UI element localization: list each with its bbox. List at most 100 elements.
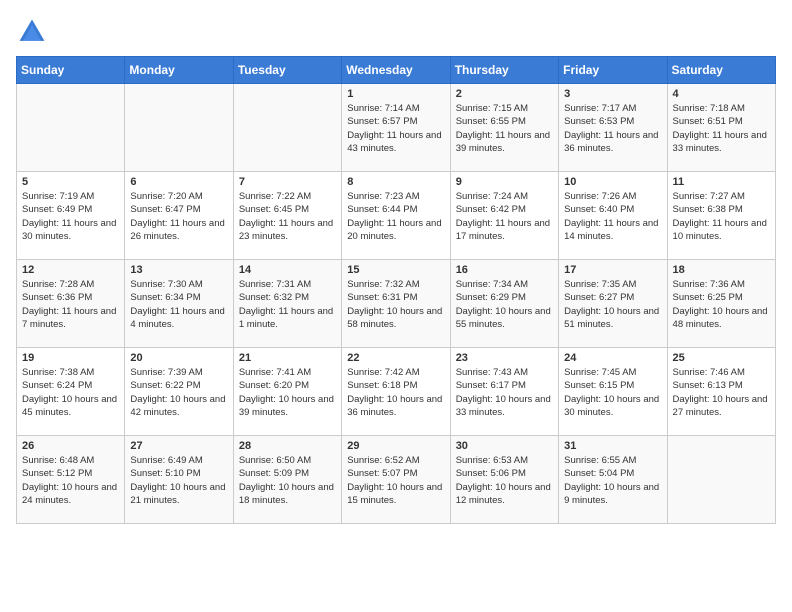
header-row: SundayMondayTuesdayWednesdayThursdayFrid… <box>17 57 776 84</box>
day-number: 8 <box>347 176 444 188</box>
day-number: 2 <box>456 88 553 100</box>
calendar-cell: 13Sunrise: 7:30 AM Sunset: 6:34 PM Dayli… <box>125 260 233 348</box>
day-number: 15 <box>347 264 444 276</box>
day-number: 19 <box>22 352 119 364</box>
cell-details: Sunrise: 7:35 AM Sunset: 6:27 PM Dayligh… <box>564 278 661 331</box>
logo-icon <box>16 16 48 48</box>
cell-details: Sunrise: 7:22 AM Sunset: 6:45 PM Dayligh… <box>239 190 336 243</box>
calendar-cell: 21Sunrise: 7:41 AM Sunset: 6:20 PM Dayli… <box>233 348 341 436</box>
calendar-cell: 2 Sunrise: 7:15 AM Sunset: 6:55 PM Daylig… <box>450 84 558 172</box>
day-number: 18 <box>673 264 770 276</box>
cell-details: Sunrise: 7:31 AM Sunset: 6:32 PM Dayligh… <box>239 278 336 331</box>
calendar-cell: 4Sunrise: 7:18 AM Sunset: 6:51 PM Daylig… <box>667 84 775 172</box>
day-header-wednesday: Wednesday <box>342 57 450 84</box>
calendar-cell: 9 Sunrise: 7:24 AM Sunset: 6:42 PM Daylig… <box>450 172 558 260</box>
week-row-2: 5Sunrise: 7:19 AM Sunset: 6:49 PM Daylig… <box>17 172 776 260</box>
calendar-cell: 5Sunrise: 7:19 AM Sunset: 6:49 PM Daylig… <box>17 172 125 260</box>
calendar-cell: 17 Sunrise: 7:35 AM Sunset: 6:27 PM Dayli… <box>559 260 667 348</box>
day-number: 27 <box>130 440 227 452</box>
day-number: 22 <box>347 352 444 364</box>
week-row-5: 26 Sunrise: 6:48 AM Sunset: 5:12 PM Dayli… <box>17 436 776 524</box>
day-number: 1 <box>347 88 444 100</box>
cell-details: Sunrise: 6:49 AM Sunset: 5:10 PM Dayligh… <box>130 454 227 507</box>
calendar-cell: 23 Sunrise: 7:43 AM Sunset: 6:17 PM Dayli… <box>450 348 558 436</box>
day-number: 11 <box>673 176 770 188</box>
calendar-cell: 28 Sunrise: 6:50 AM Sunset: 5:09 PM Dayli… <box>233 436 341 524</box>
day-number: 9 <box>456 176 553 188</box>
calendar-cell: 29Sunrise: 6:52 AM Sunset: 5:07 PM Dayli… <box>342 436 450 524</box>
calendar-header: SundayMondayTuesdayWednesdayThursdayFrid… <box>17 57 776 84</box>
cell-details: Sunrise: 7:27 AM Sunset: 6:38 PM Dayligh… <box>673 190 770 243</box>
day-number: 3 <box>564 88 661 100</box>
day-number: 17 <box>564 264 661 276</box>
calendar-cell <box>17 84 125 172</box>
day-number: 12 <box>22 264 119 276</box>
day-number: 23 <box>456 352 553 364</box>
calendar-cell: 24 Sunrise: 7:45 AM Sunset: 6:15 PM Dayli… <box>559 348 667 436</box>
day-header-tuesday: Tuesday <box>233 57 341 84</box>
cell-details: Sunrise: 7:36 AM Sunset: 6:25 PM Dayligh… <box>673 278 770 331</box>
calendar-table: SundayMondayTuesdayWednesdayThursdayFrid… <box>16 56 776 524</box>
day-header-sunday: Sunday <box>17 57 125 84</box>
cell-details: Sunrise: 6:48 AM Sunset: 5:12 PM Dayligh… <box>22 454 119 507</box>
cell-details: Sunrise: 7:34 AM Sunset: 6:29 PM Dayligh… <box>456 278 553 331</box>
cell-details: Sunrise: 7:26 AM Sunset: 6:40 PM Dayligh… <box>564 190 661 243</box>
week-row-1: 1Sunrise: 7:14 AM Sunset: 6:57 PM Daylig… <box>17 84 776 172</box>
calendar-cell: 11 Sunrise: 7:27 AM Sunset: 6:38 PM Dayli… <box>667 172 775 260</box>
calendar-cell: 10Sunrise: 7:26 AM Sunset: 6:40 PM Dayli… <box>559 172 667 260</box>
cell-details: Sunrise: 6:53 AM Sunset: 5:06 PM Dayligh… <box>456 454 553 507</box>
cell-details: Sunrise: 7:23 AM Sunset: 6:44 PM Dayligh… <box>347 190 444 243</box>
day-header-thursday: Thursday <box>450 57 558 84</box>
cell-details: Sunrise: 7:46 AM Sunset: 6:13 PM Dayligh… <box>673 366 770 419</box>
cell-details: Sunrise: 7:15 AM Sunset: 6:55 PM Dayligh… <box>456 102 553 155</box>
cell-details: Sunrise: 7:18 AM Sunset: 6:51 PM Dayligh… <box>673 102 770 155</box>
calendar-cell: 31Sunrise: 6:55 AM Sunset: 5:04 PM Dayli… <box>559 436 667 524</box>
calendar-cell: 1Sunrise: 7:14 AM Sunset: 6:57 PM Daylig… <box>342 84 450 172</box>
calendar-cell <box>233 84 341 172</box>
day-number: 24 <box>564 352 661 364</box>
day-header-monday: Monday <box>125 57 233 84</box>
cell-details: Sunrise: 7:32 AM Sunset: 6:31 PM Dayligh… <box>347 278 444 331</box>
cell-details: Sunrise: 7:38 AM Sunset: 6:24 PM Dayligh… <box>22 366 119 419</box>
calendar-cell: 26 Sunrise: 6:48 AM Sunset: 5:12 PM Dayli… <box>17 436 125 524</box>
day-number: 6 <box>130 176 227 188</box>
calendar-cell: 7 Sunrise: 7:22 AM Sunset: 6:45 PM Daylig… <box>233 172 341 260</box>
day-number: 7 <box>239 176 336 188</box>
calendar-body: 1Sunrise: 7:14 AM Sunset: 6:57 PM Daylig… <box>17 84 776 524</box>
day-number: 21 <box>239 352 336 364</box>
cell-details: Sunrise: 7:24 AM Sunset: 6:42 PM Dayligh… <box>456 190 553 243</box>
cell-details: Sunrise: 7:30 AM Sunset: 6:34 PM Dayligh… <box>130 278 227 331</box>
week-row-3: 12 Sunrise: 7:28 AM Sunset: 6:36 PM Dayli… <box>17 260 776 348</box>
day-number: 28 <box>239 440 336 452</box>
cell-details: Sunrise: 6:50 AM Sunset: 5:09 PM Dayligh… <box>239 454 336 507</box>
day-number: 26 <box>22 440 119 452</box>
day-number: 16 <box>456 264 553 276</box>
calendar-cell <box>667 436 775 524</box>
calendar-cell: 12 Sunrise: 7:28 AM Sunset: 6:36 PM Dayli… <box>17 260 125 348</box>
day-number: 20 <box>130 352 227 364</box>
calendar-cell: 8 Sunrise: 7:23 AM Sunset: 6:44 PM Daylig… <box>342 172 450 260</box>
day-number: 25 <box>673 352 770 364</box>
day-header-friday: Friday <box>559 57 667 84</box>
calendar-cell: 25 Sunrise: 7:46 AM Sunset: 6:13 PM Dayli… <box>667 348 775 436</box>
cell-details: Sunrise: 7:39 AM Sunset: 6:22 PM Dayligh… <box>130 366 227 419</box>
calendar-cell: 3Sunrise: 7:17 AM Sunset: 6:53 PM Daylig… <box>559 84 667 172</box>
calendar-cell: 6Sunrise: 7:20 AM Sunset: 6:47 PM Daylig… <box>125 172 233 260</box>
logo <box>16 16 52 48</box>
calendar-cell: 14 Sunrise: 7:31 AM Sunset: 6:32 PM Dayli… <box>233 260 341 348</box>
calendar-cell <box>125 84 233 172</box>
cell-details: Sunrise: 7:45 AM Sunset: 6:15 PM Dayligh… <box>564 366 661 419</box>
cell-details: Sunrise: 6:52 AM Sunset: 5:07 PM Dayligh… <box>347 454 444 507</box>
calendar-cell: 27 Sunrise: 6:49 AM Sunset: 5:10 PM Dayli… <box>125 436 233 524</box>
day-header-saturday: Saturday <box>667 57 775 84</box>
calendar-cell: 30 Sunrise: 6:53 AM Sunset: 5:06 PM Dayli… <box>450 436 558 524</box>
cell-details: Sunrise: 6:55 AM Sunset: 5:04 PM Dayligh… <box>564 454 661 507</box>
calendar-cell: 15 Sunrise: 7:32 AM Sunset: 6:31 PM Dayli… <box>342 260 450 348</box>
cell-details: Sunrise: 7:43 AM Sunset: 6:17 PM Dayligh… <box>456 366 553 419</box>
day-number: 30 <box>456 440 553 452</box>
calendar-cell: 20 Sunrise: 7:39 AM Sunset: 6:22 PM Dayli… <box>125 348 233 436</box>
cell-details: Sunrise: 7:28 AM Sunset: 6:36 PM Dayligh… <box>22 278 119 331</box>
day-number: 14 <box>239 264 336 276</box>
calendar-cell: 22Sunrise: 7:42 AM Sunset: 6:18 PM Dayli… <box>342 348 450 436</box>
calendar-cell: 16 Sunrise: 7:34 AM Sunset: 6:29 PM Dayli… <box>450 260 558 348</box>
